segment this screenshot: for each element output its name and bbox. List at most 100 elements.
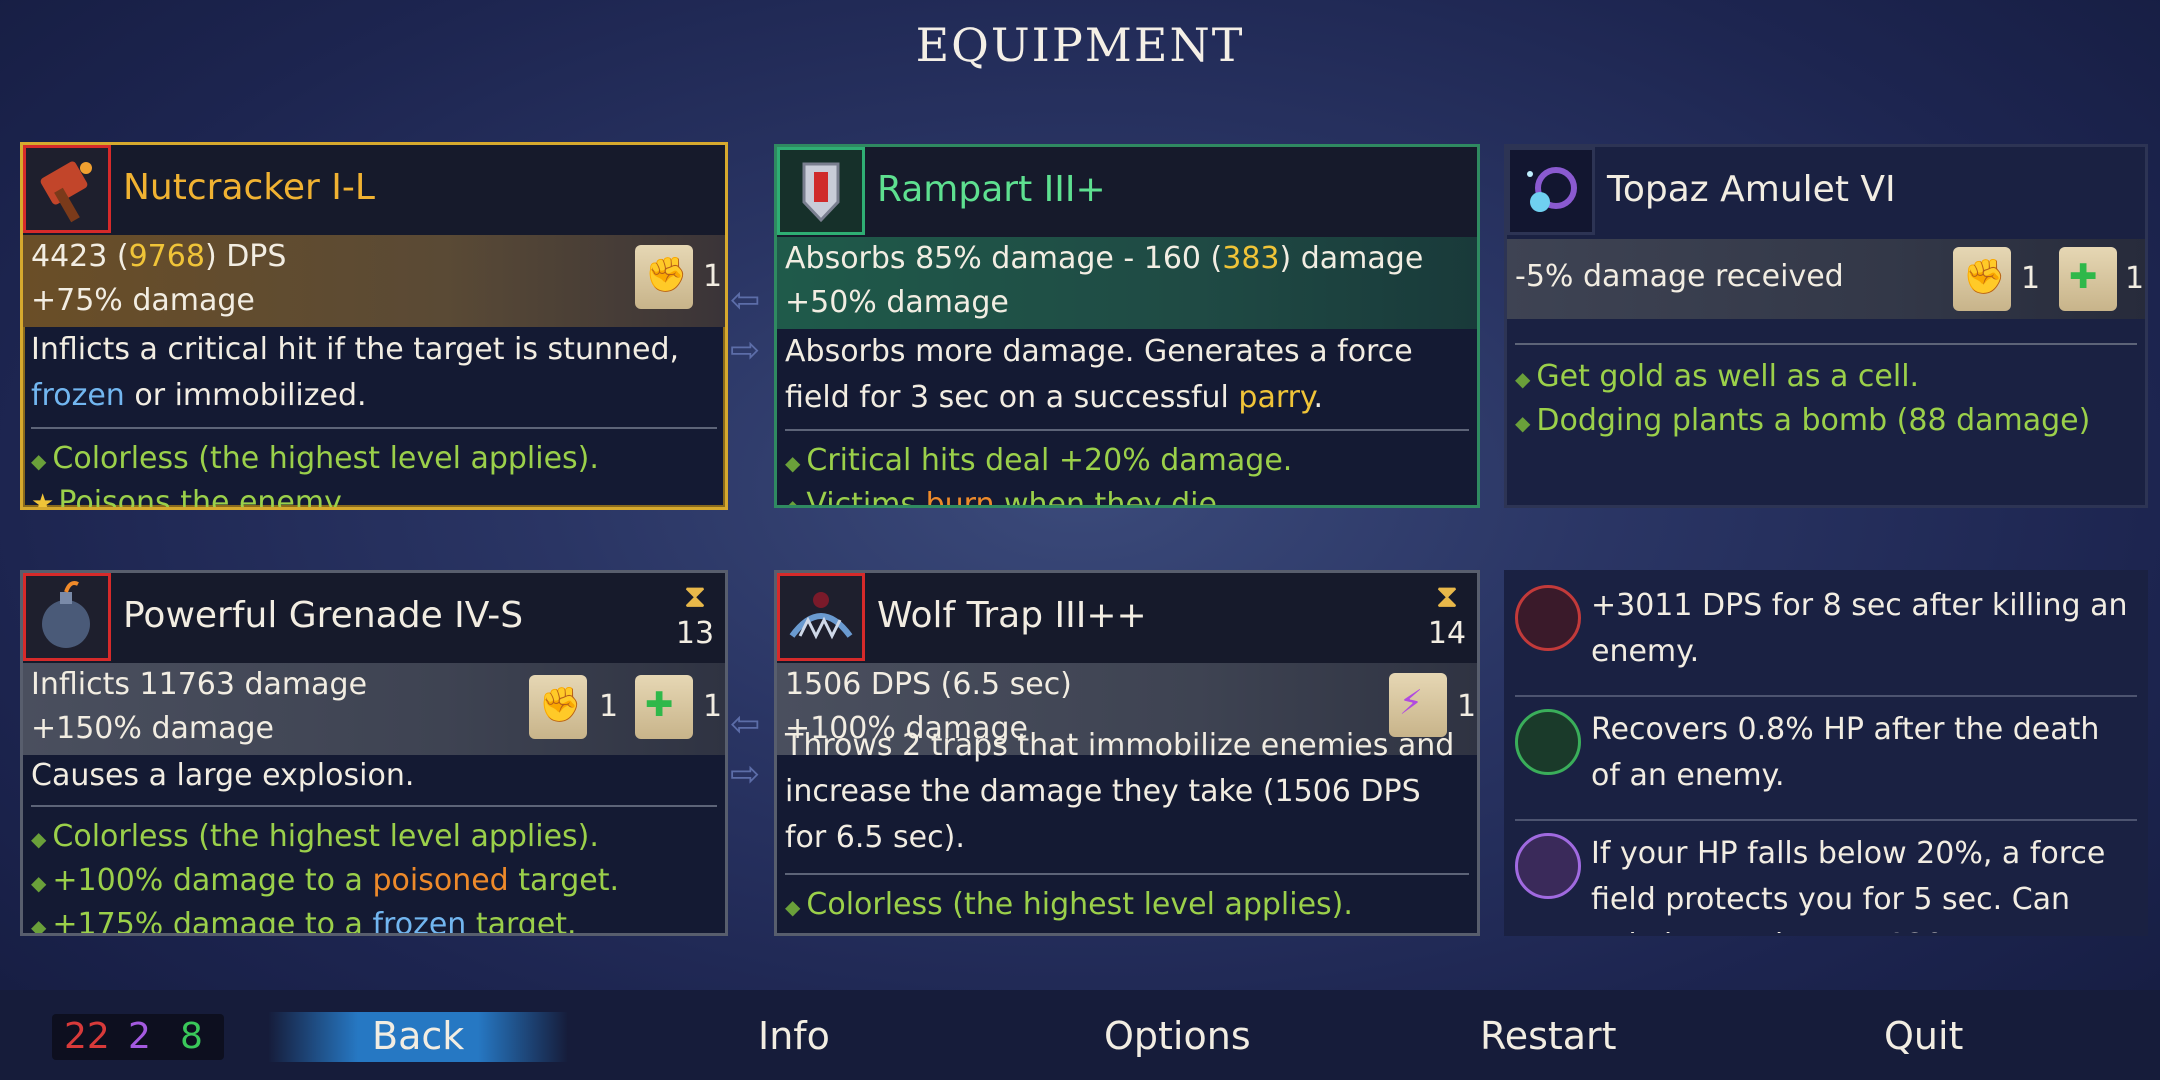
diamond-icon: ◆ [31,449,47,473]
affix-2: ◆ Dodging plants a bomb (88 damage) [1515,403,2091,438]
divider [1515,343,2137,345]
info-button[interactable]: Info [758,1014,830,1058]
trap-icon [777,573,865,661]
item-name: Rampart III+ [877,169,1106,210]
dps-stat: 1506 DPS (6.5 sec) [785,667,1072,702]
arrow-left-icon: ⇦ [730,704,761,745]
vampire-mutation-icon [1515,709,1581,775]
affix-1: ◆ Critical hits deal +20% damage. [785,443,1293,478]
item-description: Inflicts a critical hit if the target is… [31,332,680,413]
shield-icon [777,147,865,235]
scroll-stats: 22 2 8 [52,1014,224,1060]
arrow-left-icon: ⇦ [730,280,761,321]
divider [31,427,717,429]
back-button[interactable]: Back [372,1014,464,1058]
tactics-count: 2 [128,1016,151,1057]
affix-1: ◆ Colorless (the highest level applies). [31,441,599,476]
damage-stat: Inflicts 11763 damage [31,667,368,702]
star-icon: ★ [31,489,55,510]
mutation-text: +3011 DPS for 8 sec after killing an ene… [1591,588,2128,669]
item-name: Topaz Amulet VI [1607,169,1896,210]
weapon-card-nutcracker[interactable]: Nutcracker I-L 4423 (9768) DPS +75% dama… [20,142,728,510]
scroll-count: 1 [1457,689,1477,724]
scroll-count: 1 [703,259,723,294]
divider [31,805,717,807]
card-header: Nutcracker I-L [23,145,725,235]
card-header: Wolf Trap III++ ⧗ 14 [777,573,1477,663]
scroll-count: 1 [703,689,723,724]
scroll-count: 1 [599,689,619,724]
item-stats: Absorbs 85% damage - 160 (383) damage +5… [777,237,1477,329]
diamond-icon: ◆ [1515,367,1531,391]
restart-button[interactable]: Restart [1480,1014,1617,1058]
hourglass-icon: ⧗ [1435,577,1459,615]
brutality-scroll-icon: ✊ [529,675,587,739]
cooldown-indicator: ⧗ 14 [1427,577,1467,651]
survival-count: 8 [180,1016,203,1057]
skill-card-grenade[interactable]: Powerful Grenade IV-S ⧗ 13 Inflicts 1176… [20,570,728,936]
page-title: EQUIPMENT [915,18,1245,72]
bottom-menu-bar: 22 2 8 Back Info Options Restart Quit [0,990,2160,1080]
scroll-count: 1 [2021,261,2041,296]
brutality-scroll-icon: ✊ [635,245,693,309]
arrow-right-icon: ⇨ [730,754,761,795]
affix-1: ◆ Colorless (the highest level applies). [31,819,599,854]
affix-2: ◆ Victims burn when they die. [785,487,1226,508]
card-header: Topaz Amulet VI [1507,147,2145,237]
hammer-icon [23,145,111,233]
divider [785,429,1469,431]
skill-card-wolf-trap[interactable]: Wolf Trap III++ ⧗ 14 1506 DPS (6.5 sec) … [774,570,1480,936]
mutation-2[interactable]: Recovers 0.8% HP after the death of an e… [1507,697,2145,821]
diamond-icon: ◆ [31,827,47,851]
cooldown-indicator: ⧗ 13 [675,577,715,651]
mutation-text: If your HP falls below 20%, a force fiel… [1591,836,2106,933]
divider [785,873,1469,875]
item-name: Nutcracker I-L [123,167,375,208]
mutations-panel: +3011 DPS for 8 sec after killing an ene… [1504,570,2148,936]
affix-2: ◆ +100% damage to a poisoned target. [31,863,620,898]
amulet-card-topaz[interactable]: Topaz Amulet VI -5% damage received ✊ 1 … [1504,144,2148,508]
damage-bonus-stat: +150% damage [31,711,274,746]
item-description: Absorbs more damage. Generates a force f… [785,334,1413,415]
brutality-scroll-icon: ✊ [1953,247,2011,311]
mutation-text: Recovers 0.8% HP after the death of an e… [1591,712,2100,793]
brutality-count: 22 [64,1016,110,1057]
item-name: Wolf Trap III++ [877,595,1147,636]
affix-1: ◆ Get gold as well as a cell. [1515,359,1920,394]
cooldown-seconds: 14 [1427,616,1467,651]
crossbow-mutation-icon [1515,585,1581,651]
affix-2: ★ Poisons the enemy. [31,485,347,510]
diamond-icon: ◆ [31,915,47,936]
survival-scroll-icon: ✚ [635,675,693,739]
mutation-1[interactable]: +3011 DPS for 8 sec after killing an ene… [1507,573,2145,697]
shield-card-rampart[interactable]: Rampart III+ Absorbs 85% damage - 160 (3… [774,144,1480,508]
diamond-icon: ◆ [785,895,801,919]
item-description: Throws 2 traps that immobilize enemies a… [785,728,1455,855]
cooldown-seconds: 13 [675,616,715,651]
item-stats: Inflicts 11763 damage +150% damage ✊ 1 ✚… [23,663,725,755]
affix-1: ◆ Colorless (the highest level applies). [785,887,1353,922]
options-button[interactable]: Options [1104,1014,1251,1058]
item-description: Causes a large explosion. [31,758,415,793]
dps-stat: 4423 (9768) DPS [31,239,287,274]
amulet-icon [1507,147,1595,235]
quit-button[interactable]: Quit [1884,1014,1963,1058]
grenade-icon [23,573,111,661]
shield-mutation-icon [1515,833,1581,899]
diamond-icon: ◆ [785,495,801,508]
diamond-icon: ◆ [785,451,801,475]
item-stats: 4423 (9768) DPS +75% damage ✊ 1 [23,235,725,327]
affix-3: ◆ +175% damage to a frozen target. [31,907,577,936]
absorb-stat: Absorbs 85% damage - 160 (383) damage [785,241,1424,276]
resistance-stat: -5% damage received [1515,259,1844,294]
damage-bonus-stat: +75% damage [31,283,255,318]
mutation-3[interactable]: If your HP falls below 20%, a force fiel… [1507,821,2145,933]
arrow-right-icon: ⇨ [730,330,761,371]
diamond-icon: ◆ [31,871,47,895]
card-header: Powerful Grenade IV-S ⧗ 13 [23,573,725,663]
scroll-count: 1 [2125,261,2145,296]
item-name: Powerful Grenade IV-S [123,595,524,636]
hourglass-icon: ⧗ [683,577,707,615]
survival-scroll-icon: ✚ [2059,247,2117,311]
card-header: Rampart III+ [777,147,1477,237]
